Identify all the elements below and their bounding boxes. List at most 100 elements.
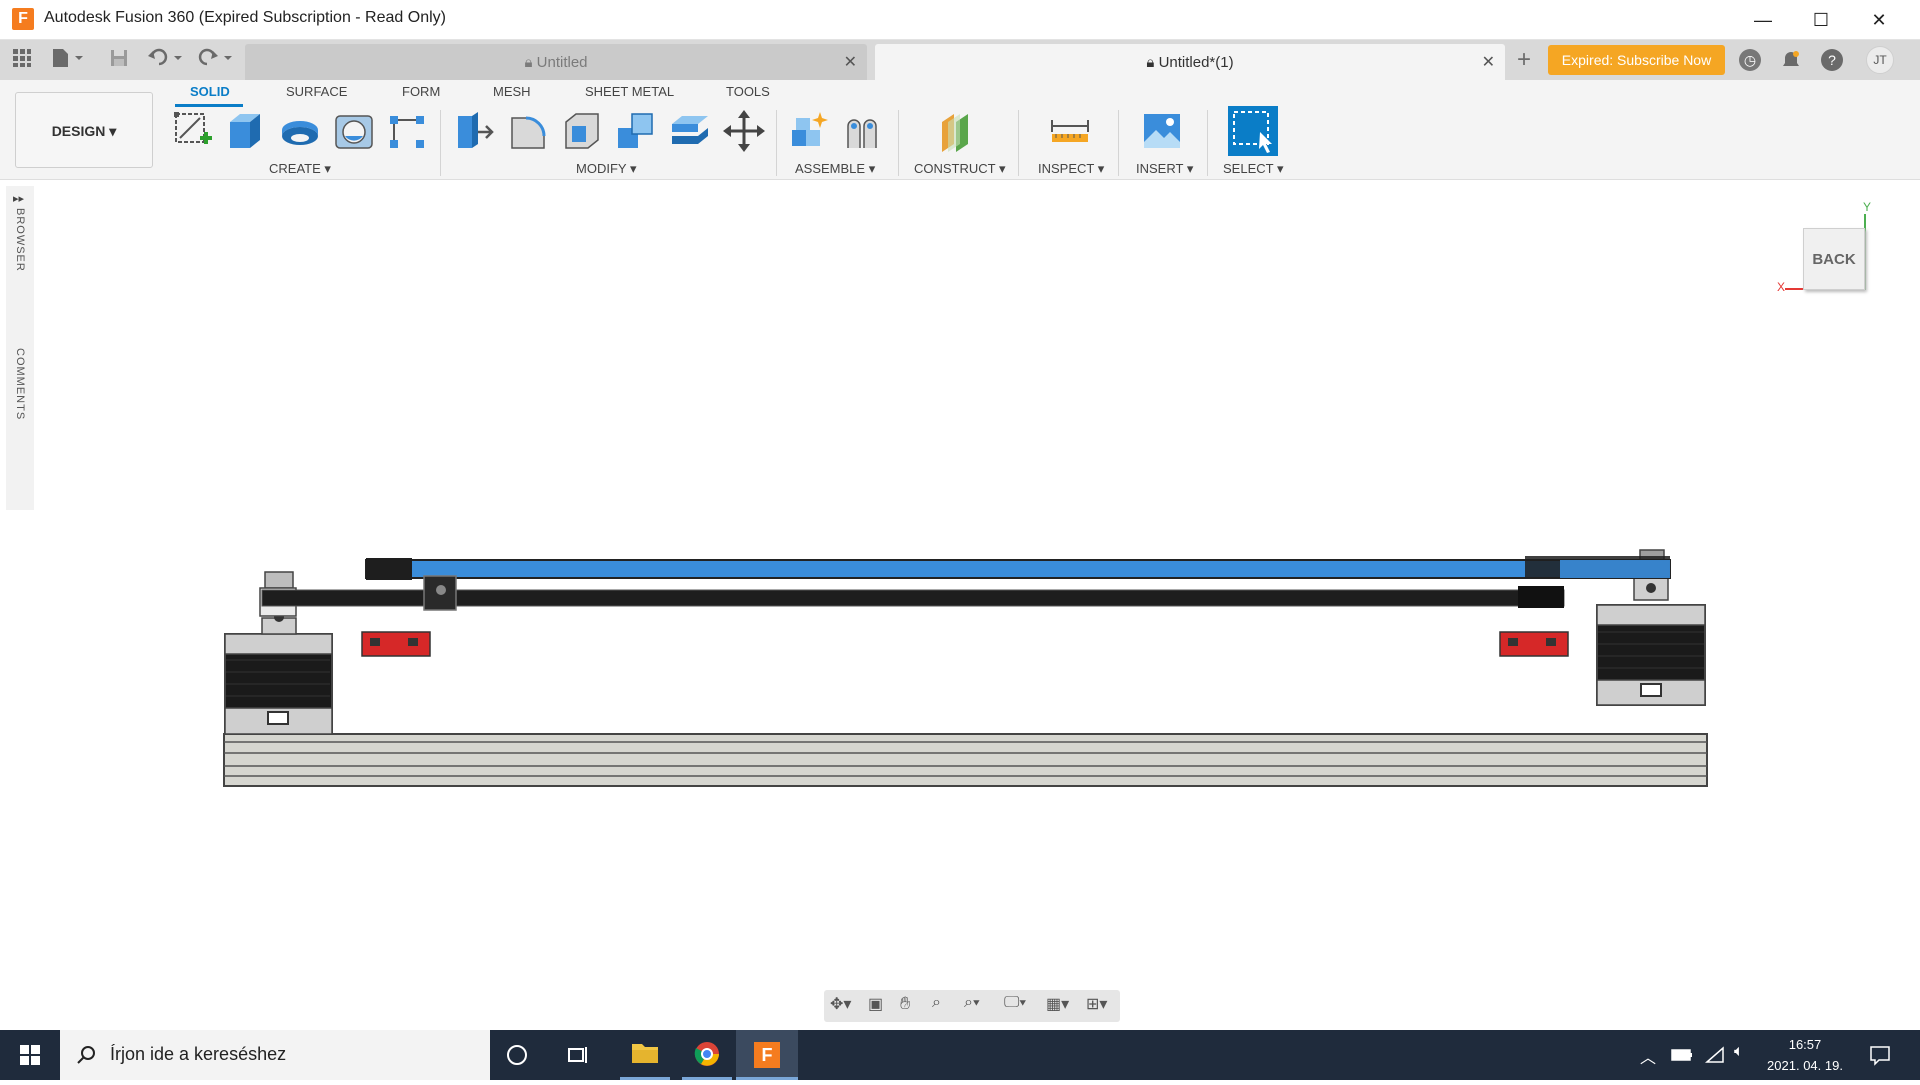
fit-window-icon[interactable]: ⌕▾	[964, 994, 996, 1018]
right-red-block	[1499, 631, 1569, 657]
minimize-button[interactable]: —	[1734, 0, 1792, 40]
aluminum-extrusion	[223, 733, 1708, 787]
offset-plane-icon[interactable]	[938, 108, 982, 154]
orbit-icon[interactable]: ✥▾	[830, 994, 860, 1018]
insert-image-icon[interactable]	[1140, 108, 1184, 154]
close-tab-icon[interactable]: ✕	[844, 52, 857, 72]
comments-panel-tab[interactable]: COMMENTS	[14, 348, 26, 420]
search-placeholder: Írjon ide a kereséshez	[110, 1044, 287, 1064]
divider	[440, 110, 441, 176]
cortana-icon[interactable]	[505, 1043, 535, 1067]
job-status-icon[interactable]: ◷	[1739, 49, 1761, 71]
tab-surface[interactable]: SURFACE	[286, 84, 347, 99]
file-menu-icon[interactable]	[50, 48, 88, 72]
create-sketch-icon[interactable]	[170, 108, 214, 154]
look-at-icon[interactable]: ▣	[868, 994, 892, 1018]
create-menu[interactable]: CREATE ▾	[269, 161, 331, 177]
select-menu[interactable]: SELECT ▾	[1223, 161, 1283, 177]
expand-panel-icon[interactable]: ▸▸	[13, 192, 24, 205]
tray-chevron-up-icon[interactable]: ︿	[1640, 1044, 1660, 1067]
new-component-icon[interactable]	[786, 108, 830, 154]
windows-taskbar: Írjon ide a kereséshez F ︿ 🔈︎ 16:57 2021…	[0, 1030, 1920, 1080]
press-pull-icon[interactable]	[452, 108, 496, 154]
tab-tools[interactable]: TOOLS	[726, 84, 770, 99]
fusion-taskbar-icon[interactable]: F	[736, 1030, 798, 1080]
search-icon	[77, 1046, 95, 1064]
file-explorer-icon[interactable]	[620, 1030, 670, 1080]
title-bar: F Autodesk Fusion 360 (Expired Subscript…	[0, 0, 1920, 40]
help-icon[interactable]: ?	[1821, 49, 1843, 71]
window-title: Autodesk Fusion 360 (Expired Subscriptio…	[44, 9, 446, 26]
grid-snaps-icon[interactable]: ▦▾	[1046, 994, 1078, 1018]
task-view-icon[interactable]	[566, 1043, 596, 1067]
modify-menu[interactable]: MODIFY ▾	[576, 161, 636, 177]
user-avatar[interactable]: JT	[1866, 46, 1894, 74]
redo-icon[interactable]	[196, 48, 236, 72]
lock-icon: 🔒︎	[1146, 54, 1155, 71]
tab-untitled-1[interactable]: 🔒︎ Untitled*(1) ✕	[875, 44, 1505, 80]
workspace-switcher[interactable]: DESIGN ▾	[15, 92, 153, 168]
subscribe-button[interactable]: Expired: Subscribe Now	[1548, 45, 1725, 75]
joint-icon[interactable]	[840, 108, 884, 154]
undo-icon[interactable]	[146, 48, 186, 72]
start-button[interactable]	[0, 1030, 60, 1080]
tab-untitled[interactable]: 🔒︎ Untitled ✕	[245, 44, 867, 80]
divider	[1018, 110, 1019, 176]
tab-solid[interactable]: SOLID	[190, 84, 230, 99]
tab-label: Untitled*(1)	[1158, 54, 1234, 71]
extrude-icon[interactable]	[224, 108, 268, 154]
viewcube[interactable]: Y X BACK	[1775, 200, 1871, 300]
app-grid-icon[interactable]	[9, 48, 35, 72]
tab-form[interactable]: FORM	[402, 84, 440, 99]
move-icon[interactable]	[722, 108, 766, 154]
action-center-icon[interactable]	[1868, 1043, 1892, 1067]
insert-menu[interactable]: INSERT ▾	[1136, 161, 1193, 177]
construct-menu[interactable]: CONSTRUCT ▾	[914, 161, 1006, 177]
zoom-icon[interactable]: ⌕	[932, 994, 956, 1018]
chrome-icon[interactable]	[682, 1030, 732, 1080]
inspect-menu[interactable]: INSPECT ▾	[1038, 161, 1104, 177]
axis-y-label: Y	[1863, 200, 1872, 214]
notifications-bell-icon[interactable]	[1780, 49, 1802, 71]
browser-panel-tab[interactable]: BROWSER	[14, 208, 26, 272]
assemble-menu[interactable]: ASSEMBLE ▾	[795, 161, 875, 177]
viewports-icon[interactable]: ⊞▾	[1086, 994, 1118, 1018]
viewcube-back-face[interactable]: BACK	[1803, 228, 1865, 290]
shell-icon[interactable]	[560, 108, 604, 154]
right-stepper-motor	[1596, 549, 1706, 706]
volume-icon[interactable]: 🔈︎	[1734, 1043, 1758, 1065]
active-tab-underline	[175, 104, 243, 107]
taskbar-search[interactable]: Írjon ide a kereséshez	[60, 1030, 490, 1080]
navigation-bar: ✥▾ ▣ ✋︎ ⌕ ⌕▾ 🖵︎▾ ▦▾ ⊞▾	[824, 990, 1120, 1022]
divider	[1118, 110, 1119, 176]
maximize-button[interactable]: ☐	[1792, 0, 1850, 40]
clock-date[interactable]: 2021. 04. 19.	[1756, 1058, 1854, 1073]
divider	[898, 110, 899, 176]
fusion-app-icon: F	[12, 8, 34, 30]
divider	[776, 110, 777, 176]
black-belt	[261, 575, 1565, 611]
measure-icon[interactable]	[1048, 108, 1092, 154]
workspace-label: DESIGN	[51, 123, 106, 139]
close-window-button[interactable]: ✕	[1850, 0, 1908, 40]
fillet-icon[interactable]	[506, 108, 550, 154]
clock-time[interactable]: 16:57	[1762, 1037, 1848, 1052]
hole-icon[interactable]	[332, 108, 376, 154]
fusion-logo: F	[754, 1042, 780, 1068]
battery-icon[interactable]	[1670, 1044, 1694, 1064]
wifi-icon[interactable]	[1704, 1044, 1728, 1064]
display-settings-icon[interactable]: 🖵︎▾	[1004, 994, 1038, 1018]
combine-icon[interactable]	[614, 108, 658, 154]
new-tab-plus-icon[interactable]: +	[1508, 46, 1540, 74]
tab-mesh[interactable]: MESH	[493, 84, 531, 99]
select-tool-icon[interactable]	[1228, 106, 1278, 156]
tab-sheet-metal[interactable]: SHEET METAL	[585, 84, 674, 99]
left-red-block	[361, 631, 431, 657]
revolve-icon[interactable]	[278, 108, 322, 154]
blue-rail	[365, 556, 1671, 580]
offset-face-icon[interactable]	[668, 108, 712, 154]
save-icon[interactable]	[106, 48, 132, 72]
pattern-icon[interactable]	[386, 108, 430, 154]
pan-hand-icon[interactable]: ✋︎	[900, 993, 924, 1017]
close-tab-icon[interactable]: ✕	[1482, 52, 1495, 72]
